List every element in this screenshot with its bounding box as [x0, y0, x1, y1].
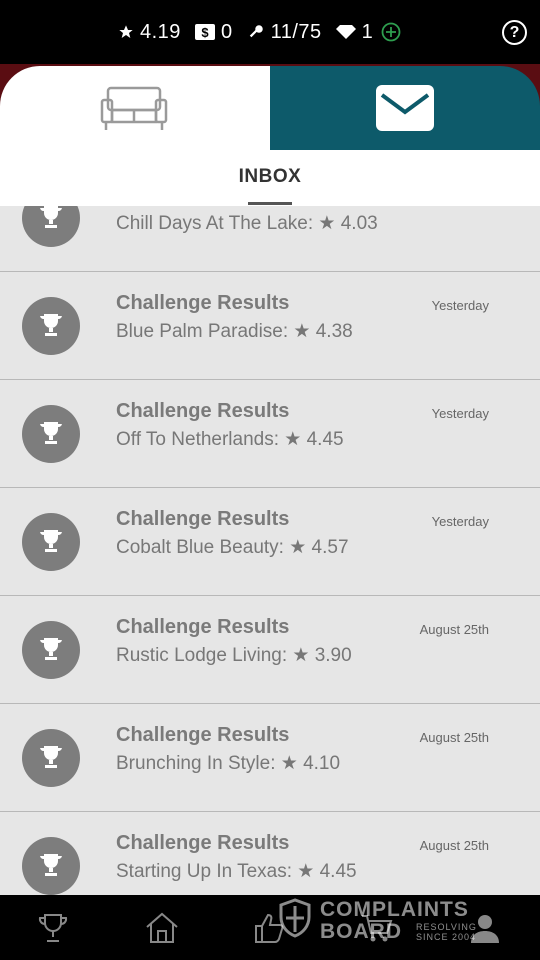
- keys-value: 11/75: [270, 20, 322, 43]
- nav-trophy-button[interactable]: [36, 911, 72, 945]
- cart-icon: [362, 915, 393, 942]
- tab-furniture[interactable]: [0, 66, 270, 150]
- nav-profile-button[interactable]: [468, 911, 504, 945]
- keys-stat: 11/75: [247, 21, 322, 44]
- inbox-header: INBOX: [0, 150, 540, 206]
- list-item[interactable]: Challenge Results Off To Netherlands: ★ …: [0, 380, 540, 488]
- person-icon: [471, 915, 499, 943]
- list-item[interactable]: Chill Days At The Lake: ★ 4.03: [0, 206, 540, 272]
- message-list[interactable]: Chill Days At The Lake: ★ 4.03 Challenge…: [0, 206, 540, 895]
- message-subtitle: Chill Days At The Lake: ★ 4.03: [116, 213, 378, 234]
- plus-circle-icon[interactable]: [381, 22, 401, 42]
- diamonds-value: 1: [361, 20, 374, 43]
- nav-likes-button[interactable]: [252, 911, 288, 945]
- message-subtitle: Off To Netherlands: ★ 4.45: [116, 429, 344, 450]
- status-bar: 4.19 $ 0 11/75 1 ?: [0, 0, 540, 64]
- message-subtitle: Cobalt Blue Beauty: ★ 4.57: [116, 537, 349, 558]
- list-item[interactable]: Challenge Results Brunching In Style: ★ …: [0, 704, 540, 812]
- trophy-icon: [38, 914, 68, 942]
- list-item[interactable]: Challenge Results Blue Palm Paradise: ★ …: [0, 272, 540, 380]
- list-item[interactable]: Challenge Results Starting Up In Texas: …: [0, 812, 540, 895]
- list-item[interactable]: Challenge Results Rustic Lodge Living: ★…: [0, 596, 540, 704]
- message-date: August 25th: [419, 622, 489, 637]
- message-subtitle: Blue Palm Paradise: ★ 4.38: [116, 321, 353, 342]
- diamond-icon: [335, 24, 356, 40]
- thumbs-up-icon: [255, 913, 284, 943]
- svg-text:$: $: [201, 25, 209, 40]
- message-title: Challenge Results: [116, 400, 290, 422]
- message-title: Challenge Results: [116, 832, 290, 854]
- cash-value: 0: [220, 20, 233, 43]
- trophy-icon: [22, 405, 80, 463]
- inbox-tab-indicator: [248, 202, 292, 205]
- message-title: Challenge Results: [116, 724, 290, 746]
- message-date: August 25th: [419, 838, 489, 853]
- nav-home-button[interactable]: [144, 911, 180, 945]
- trophy-icon: [22, 621, 80, 679]
- message-date: August 25th: [419, 730, 489, 745]
- message-date: Yesterday: [431, 298, 489, 313]
- message-subtitle: Rustic Lodge Living: ★ 3.90: [116, 645, 352, 666]
- rating-stat: 4.19: [118, 21, 181, 44]
- message-subtitle: Brunching In Style: ★ 4.10: [116, 753, 341, 774]
- trophy-icon: [22, 729, 80, 787]
- trophy-icon: [22, 513, 80, 571]
- message-date: Yesterday: [431, 514, 489, 529]
- sofa-icon: [100, 86, 168, 130]
- trophy-icon: [22, 206, 80, 247]
- key-icon: [247, 23, 265, 41]
- bottom-nav: [0, 895, 540, 960]
- trophy-icon: [22, 297, 80, 355]
- message-title: Challenge Results: [116, 292, 290, 314]
- tab-mail[interactable]: [270, 66, 540, 150]
- mail-icon: [376, 85, 434, 131]
- rating-value: 4.19: [140, 20, 181, 43]
- list-item[interactable]: Challenge Results Cobalt Blue Beauty: ★ …: [0, 488, 540, 596]
- inbox-title: INBOX: [238, 166, 302, 187]
- help-icon: ?: [509, 23, 520, 41]
- cash-stat: $ 0: [194, 20, 233, 44]
- star-icon: [118, 24, 134, 40]
- help-button[interactable]: ?: [502, 20, 527, 45]
- stats-group: 4.19 $ 0 11/75 1: [118, 18, 421, 46]
- message-title: Challenge Results: [116, 616, 290, 638]
- trophy-icon: [22, 837, 80, 895]
- diamonds-stat: 1: [335, 20, 408, 44]
- message-subtitle: Starting Up In Texas: ★ 4.45: [116, 861, 357, 882]
- message-date: Yesterday: [431, 406, 489, 421]
- dollar-icon: $: [194, 24, 215, 40]
- nav-shop-button[interactable]: [360, 911, 396, 945]
- house-icon: [146, 912, 178, 943]
- message-title: Challenge Results: [116, 508, 290, 530]
